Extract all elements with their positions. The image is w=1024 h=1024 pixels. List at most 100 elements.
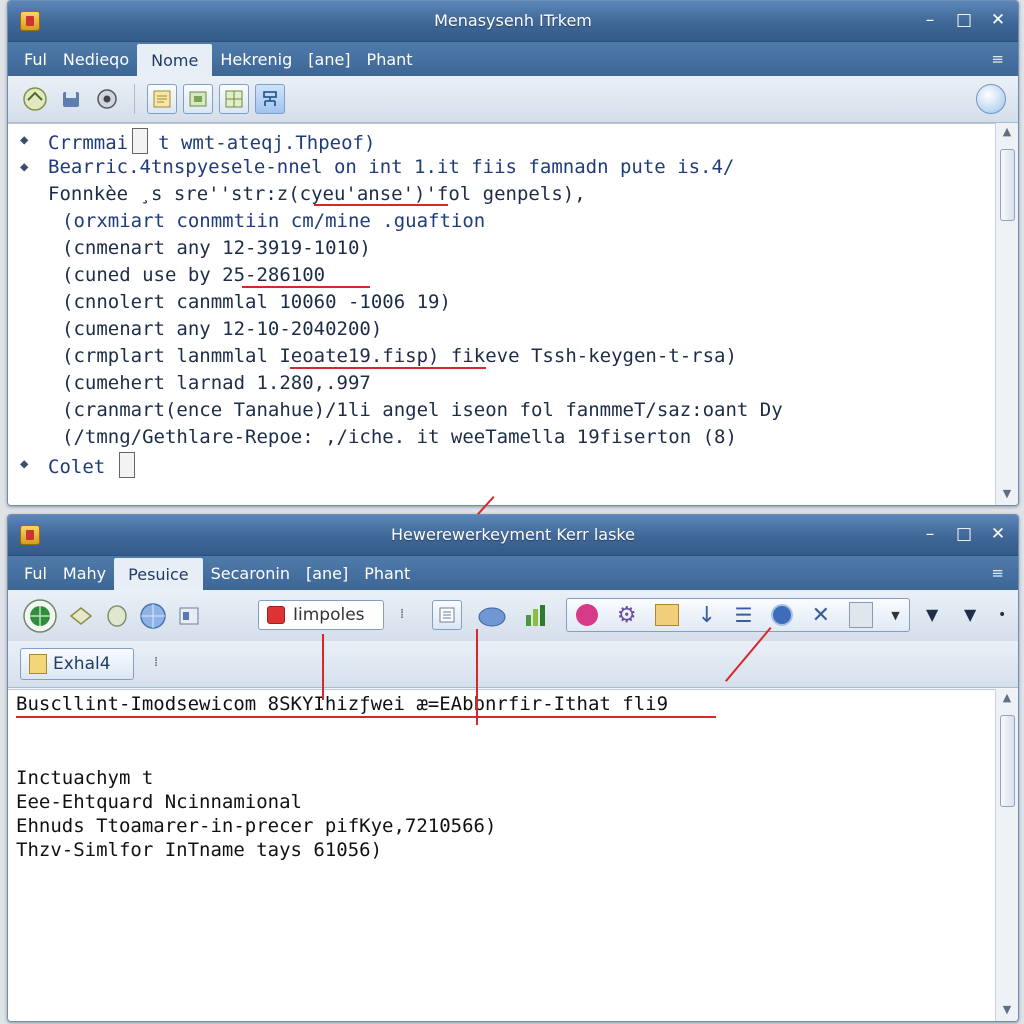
menu-overflow-icon[interactable]: ≡: [991, 564, 1004, 582]
maximize-icon[interactable]: □: [954, 9, 974, 31]
more-dots-icon[interactable]: ⁞: [400, 607, 404, 622]
disk-icon[interactable]: [102, 601, 132, 631]
maximize-icon[interactable]: □: [954, 523, 974, 545]
close-x-icon[interactable]: ✕: [812, 603, 830, 628]
scroll-down-icon[interactable]: ▼: [996, 1003, 1018, 1019]
menu-file[interactable]: Ful: [16, 42, 55, 76]
dropdown-arrow-icon[interactable]: ▼: [964, 605, 976, 624]
terminal-line: (crmplart lanmmlal Ieoate19.fisp) fikeve…: [62, 345, 737, 367]
menu-tabs[interactable]: [ane]: [300, 42, 358, 76]
terminal-line: Fonnkèe ¸s sre''str:z(cyeu'anse')'fol ge…: [48, 183, 586, 205]
settings-icon[interactable]: [92, 84, 122, 114]
grid-icon[interactable]: [219, 84, 249, 114]
close-icon[interactable]: ✕: [988, 9, 1008, 31]
annotation-connector: [322, 634, 324, 700]
terminal-line: Bearric.4tnspyesele-nnel on int 1.it fii…: [48, 156, 735, 178]
terminal-window-top: Menasysenh ITrkem – □ ✕ Ful Nedieqo Nome…: [7, 0, 1019, 506]
menu-view[interactable]: Pesuice: [114, 558, 203, 590]
terminal-line: Crrmmai: [48, 132, 129, 154]
menu-bar: Ful Nedieqo Nome Hekrenig [ane] Phant ≡: [8, 42, 1018, 76]
document-icon: [29, 654, 47, 674]
stack-icon[interactable]: ☰: [735, 603, 753, 627]
tab-button-label: Exhal4: [53, 654, 111, 674]
terminal-line: (cumehert larnad 1.280,.997: [62, 372, 371, 394]
terminal-line: Colet: [48, 456, 106, 478]
scroll-thumb[interactable]: [1000, 149, 1015, 221]
menu-edit[interactable]: Nedieqo: [55, 42, 137, 76]
terminal-line: Buscllint-Imodsewicom 8SKYIhizƒwei æ=EAb…: [16, 693, 669, 715]
terminal-line: (orxmiart conmmtiin cm/mine .guaftion: [62, 210, 486, 232]
terminal-output[interactable]: Buscllint-Imodsewicom 8SKYIhizƒwei æ=EAb…: [8, 689, 996, 1021]
package-icon[interactable]: [655, 604, 680, 626]
terminal-output[interactable]: ◆ Crrmmai t wmt-ateqj.Thpeof) ◆ Bearric.4…: [8, 123, 996, 505]
network-icon[interactable]: [255, 84, 285, 114]
scroll-down-icon[interactable]: ▼: [996, 487, 1018, 503]
globe-small-icon[interactable]: [771, 604, 794, 626]
record-circle-icon[interactable]: [576, 604, 599, 626]
list-icon[interactable]: [432, 600, 462, 630]
annotation-underline: [242, 286, 370, 288]
menu-help[interactable]: Phant: [356, 556, 418, 590]
title-bar[interactable]: Menasysenh ITrkem – □ ✕: [8, 1, 1018, 42]
annotation-connector: [476, 629, 478, 725]
tab-button[interactable]: Exhal4: [20, 648, 134, 680]
menu-overflow-icon[interactable]: ≡: [991, 50, 1004, 68]
terminal-line: t wmt-ateqj.Thpeof): [158, 132, 376, 154]
gears-icon[interactable]: ⚙: [617, 603, 637, 628]
terminal-line: (cuned use by 25-286100: [62, 264, 326, 286]
menu-terminal[interactable]: Hekrenig: [212, 42, 300, 76]
menu-edit[interactable]: Mahy: [55, 556, 114, 590]
toolbar: [8, 76, 1018, 123]
terminal-line: (cnmenart any 12-3919-1010): [62, 237, 371, 259]
scroll-up-icon[interactable]: ▲: [996, 691, 1018, 707]
menu-help[interactable]: Phant: [359, 42, 421, 76]
cloud-icon[interactable]: [476, 603, 508, 629]
menu-file[interactable]: Ful: [16, 556, 55, 590]
secondary-toolbar: Exhal4 ⁞: [8, 641, 1018, 688]
scroll-thumb[interactable]: [1000, 715, 1015, 807]
layers-icon[interactable]: [66, 601, 96, 631]
search-input[interactable]: Iimpoles: [258, 600, 384, 630]
terminal-line: Ehnuds Ttoamarer-in-precer pifKye,721056…: [16, 815, 497, 837]
dropdown-arrow-icon[interactable]: ▼: [891, 609, 899, 622]
globe-icon[interactable]: [20, 596, 60, 636]
tool-icon-group: ⚙ ↓ ☰ ✕ ▼: [566, 598, 910, 632]
terminal-line: Inctuachym t: [16, 767, 154, 789]
dropdown-arrow-icon[interactable]: ▼: [926, 605, 938, 624]
menu-tabs[interactable]: [ane]: [298, 556, 356, 590]
dots-icon[interactable]: •: [998, 607, 1006, 623]
close-icon[interactable]: ✕: [988, 523, 1008, 545]
scrollbar[interactable]: ▲ ▼: [995, 123, 1018, 505]
title-bar[interactable]: Hewerewerkeyment Kerr laske – □ ✕: [8, 515, 1018, 556]
line-marker-icon: ◆: [20, 456, 29, 472]
network-globe-icon[interactable]: [138, 601, 168, 631]
help-icon[interactable]: [976, 84, 1006, 114]
clipboard-icon[interactable]: [848, 602, 873, 628]
line-marker-icon: ◆: [20, 132, 29, 148]
menu-view[interactable]: Nome: [137, 44, 213, 76]
terminal-line: Thzv-Simlfor InTname tays 61056): [16, 839, 383, 861]
download-arrow-icon[interactable]: ↓: [698, 603, 716, 628]
window-icon[interactable]: [174, 601, 204, 631]
chart-icon[interactable]: [522, 603, 550, 629]
scrollbar[interactable]: ▲ ▼: [995, 689, 1018, 1021]
terminal-line: (cranmart(ence Tanahue)/1li angel iseon …: [62, 399, 783, 421]
menu-terminal[interactable]: Secaronin: [203, 556, 298, 590]
image-icon[interactable]: [183, 84, 213, 114]
home-icon[interactable]: [20, 84, 50, 114]
dots-icon[interactable]: ⁞: [154, 655, 158, 670]
annotation-underline: [290, 367, 486, 369]
document-icon[interactable]: [147, 84, 177, 114]
record-icon: [267, 606, 285, 624]
search-input-value: Iimpoles: [293, 605, 365, 625]
minimize-icon[interactable]: –: [920, 523, 940, 545]
terminal-line: Eee-Ehtquard Ncinnamional: [16, 791, 302, 813]
save-icon[interactable]: [56, 84, 86, 114]
cursor: [132, 128, 149, 154]
terminal-window-bottom: Hewerewerkeyment Kerr laske – □ ✕ Ful Ma…: [7, 514, 1019, 1022]
annotation-underline: [16, 716, 716, 718]
cursor: [119, 452, 136, 478]
minimize-icon[interactable]: –: [920, 9, 940, 31]
line-marker-icon: ◆: [20, 159, 29, 175]
scroll-up-icon[interactable]: ▲: [996, 125, 1018, 141]
